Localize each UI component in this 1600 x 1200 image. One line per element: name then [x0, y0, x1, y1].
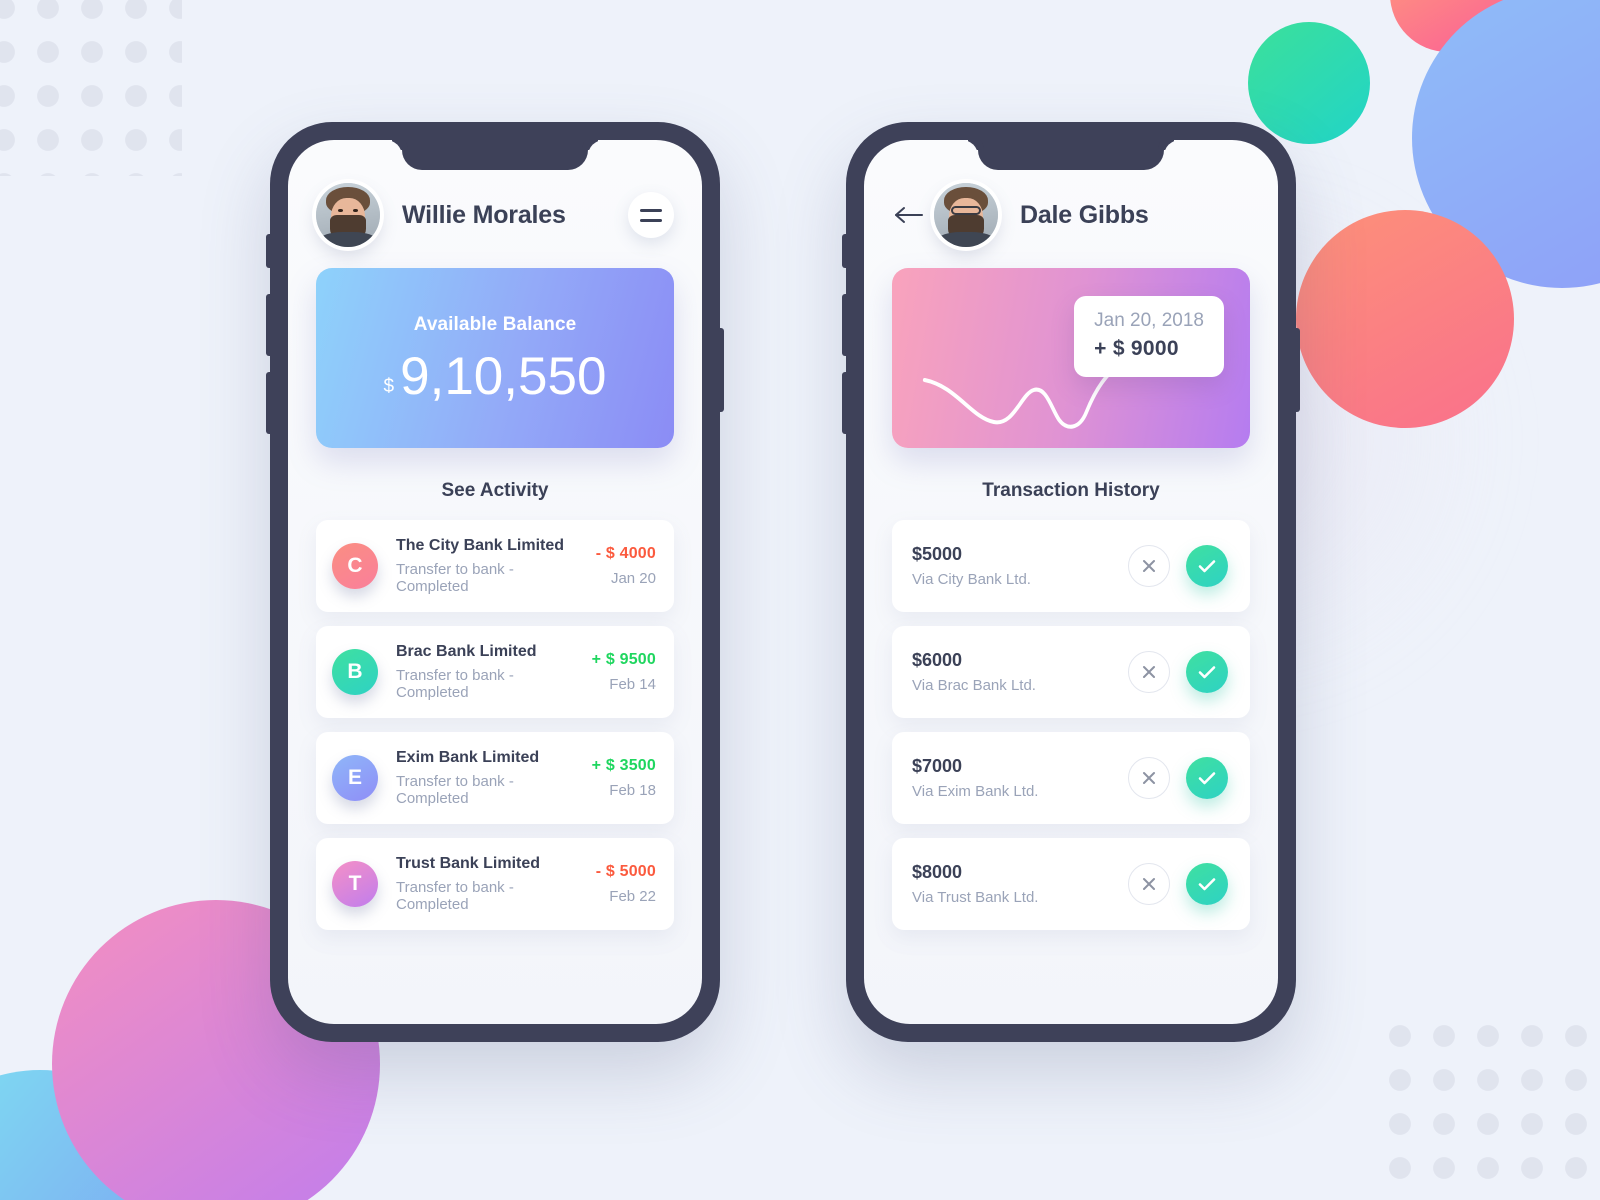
phone-notch: [402, 140, 588, 170]
bank-initial-badge: E: [332, 755, 378, 801]
history-source: Via Trust Bank Ltd.: [912, 889, 1039, 906]
page-title: Willie Morales: [402, 200, 566, 229]
phone-volume-down-button: [266, 372, 271, 434]
phone-mockup-right: Dale Gibbs Jan 20, 2018 + $ 9000 Transac…: [842, 122, 1300, 1042]
see-activity-title[interactable]: See Activity: [316, 480, 674, 502]
close-icon[interactable]: [1128, 651, 1170, 693]
check-icon[interactable]: [1186, 757, 1228, 799]
history-source: Via City Bank Ltd.: [912, 571, 1031, 588]
tooltip-date: Jan 20, 2018: [1094, 310, 1204, 331]
transaction-amount: + $ 3500: [591, 757, 656, 774]
phone-mute-switch: [842, 234, 847, 268]
transaction-date: Feb 14: [609, 676, 656, 693]
dot-grid-bottom-right: [1378, 1014, 1600, 1200]
history-source: Via Brac Bank Ltd.: [912, 677, 1036, 694]
bank-name: Exim Bank Limited: [396, 749, 540, 766]
chart-tooltip: Jan 20, 2018 + $ 9000: [1074, 296, 1224, 377]
transaction-status: Transfer to bank - Completed: [396, 667, 514, 701]
transaction-amount: - $ 4000: [595, 545, 656, 562]
bank-name: The City Bank Limited: [396, 537, 565, 554]
bank-initial-badge: T: [332, 861, 378, 907]
activity-list: C The City Bank Limited Transfer to bank…: [316, 520, 674, 930]
list-item[interactable]: $8000 Via Trust Bank Ltd.: [892, 838, 1250, 930]
table-row[interactable]: E Exim Bank Limited Transfer to bank - C…: [316, 732, 674, 824]
list-item[interactable]: $5000 Via City Bank Ltd.: [892, 520, 1250, 612]
bank-initial-badge: B: [332, 649, 378, 695]
phone-mockup-left: Willie Morales Available Balance $ 9,10,…: [266, 122, 724, 1042]
table-row[interactable]: T Trust Bank Limited Transfer to bank - …: [316, 838, 674, 930]
transaction-amount: - $ 5000: [595, 863, 656, 880]
phone-volume-up-button: [266, 294, 271, 356]
history-amount: $7000: [912, 756, 963, 776]
hamburger-icon[interactable]: [628, 192, 674, 238]
screen-dashboard: Willie Morales Available Balance $ 9,10,…: [288, 140, 702, 1024]
decor-circle-coral: [1296, 210, 1514, 428]
transaction-chart-card: Jan 20, 2018 + $ 9000: [892, 268, 1250, 448]
phone-power-button: [1295, 328, 1300, 412]
balance-amount: 9,10,550: [400, 346, 607, 406]
history-list: $5000 Via City Bank Ltd. $6000 Via Brac …: [892, 520, 1250, 930]
transaction-date: Feb 22: [609, 888, 656, 905]
decorative-background: [0, 0, 1600, 1200]
phone-notch: [978, 140, 1164, 170]
transaction-status: Transfer to bank - Completed: [396, 561, 514, 595]
avatar[interactable]: [316, 183, 380, 247]
bank-name: Trust Bank Limited: [396, 855, 541, 872]
transaction-date: Feb 18: [609, 782, 656, 799]
check-icon[interactable]: [1186, 651, 1228, 693]
balance-label: Available Balance: [413, 313, 577, 335]
transaction-date: Jan 20: [610, 570, 656, 587]
table-row[interactable]: C The City Bank Limited Transfer to bank…: [316, 520, 674, 612]
close-icon[interactable]: [1128, 863, 1170, 905]
avatar[interactable]: [934, 183, 998, 247]
available-balance-card: Available Balance $ 9,10,550: [316, 268, 674, 448]
decor-circle-green: [1248, 22, 1370, 144]
list-item[interactable]: $6000 Via Brac Bank Ltd.: [892, 626, 1250, 718]
dot-grid-top-left: [0, 0, 182, 176]
transaction-status: Transfer to bank - Completed: [396, 879, 514, 913]
close-icon[interactable]: [1128, 757, 1170, 799]
transaction-status: Transfer to bank - Completed: [396, 773, 514, 807]
phone-mute-switch: [266, 234, 271, 268]
phone-volume-up-button: [842, 294, 847, 356]
back-arrow-icon[interactable]: [892, 198, 926, 232]
list-item[interactable]: $7000 Via Exim Bank Ltd.: [892, 732, 1250, 824]
bank-initial-badge: C: [332, 543, 378, 589]
table-row[interactable]: B Brac Bank Limited Transfer to bank - C…: [316, 626, 674, 718]
transaction-amount: + $ 9500: [591, 651, 656, 668]
bank-name: Brac Bank Limited: [396, 643, 537, 660]
currency-symbol: $: [383, 375, 395, 397]
history-amount: $6000: [912, 650, 963, 670]
history-amount: $8000: [912, 862, 963, 882]
history-amount: $5000: [912, 544, 963, 564]
close-icon[interactable]: [1128, 545, 1170, 587]
tooltip-amount: + $ 9000: [1094, 337, 1179, 360]
check-icon[interactable]: [1186, 863, 1228, 905]
history-source: Via Exim Bank Ltd.: [912, 783, 1039, 800]
transaction-history-title: Transaction History: [982, 480, 1160, 501]
page-title: Dale Gibbs: [1020, 200, 1149, 229]
screen-transaction-history: Dale Gibbs Jan 20, 2018 + $ 9000 Transac…: [864, 140, 1278, 1024]
phone-volume-down-button: [842, 372, 847, 434]
phone-power-button: [719, 328, 724, 412]
check-icon[interactable]: [1186, 545, 1228, 587]
